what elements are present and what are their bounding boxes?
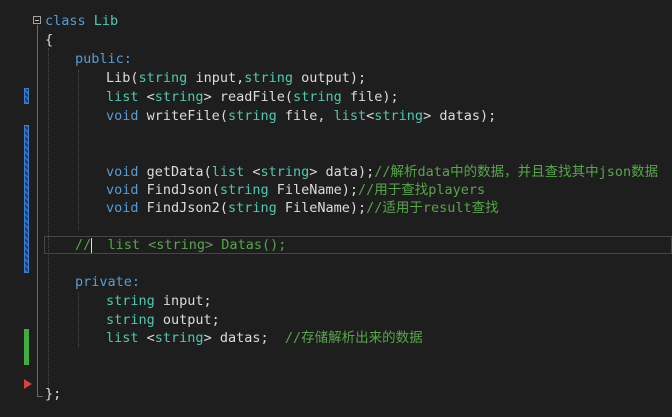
token: string	[138, 70, 188, 86]
code-line-private[interactable]: private:	[75, 273, 140, 292]
token: string	[227, 200, 277, 216]
code-line-writefile[interactable]: void writeFile(string file, list<string>…	[106, 107, 496, 126]
token: file,	[276, 108, 334, 124]
keyword-class: class	[45, 13, 86, 29]
token: void	[106, 164, 139, 180]
comment: //解析data中的数据，并且查找其中json数据	[374, 164, 659, 180]
token: input;	[154, 293, 212, 309]
code-line-datas-member[interactable]: list <string> datas; //存储解析出来的数据	[106, 329, 423, 348]
change-marker-saved	[24, 329, 29, 365]
code-line-findjson[interactable]: void FindJson(string FileName);//用于查找pla…	[106, 181, 485, 200]
comment: //用于查找players	[358, 182, 486, 198]
token: string	[106, 293, 155, 309]
token: string	[260, 164, 310, 180]
fold-collapse-icon[interactable]	[33, 16, 41, 24]
change-marker-modified	[24, 88, 29, 104]
code-line-output-member[interactable]: string output;	[106, 311, 220, 330]
token: (	[219, 108, 228, 124]
token: (	[284, 89, 293, 105]
token: string	[154, 330, 204, 346]
code-line-getdata[interactable]: void getData(list <string> data);//解析dat…	[106, 163, 658, 182]
token: > datas;	[203, 330, 285, 346]
code-line-public[interactable]: public:	[75, 50, 132, 69]
token: FindJson	[146, 182, 212, 198]
code-line-constructor[interactable]: Lib(string input,string output);	[106, 69, 366, 88]
token: string	[219, 182, 269, 198]
token: >	[203, 89, 220, 105]
token: Lib	[106, 70, 131, 86]
class-name: Lib	[93, 13, 119, 29]
token: output;	[154, 312, 220, 328]
code-line-input-member[interactable]: string input;	[106, 292, 212, 311]
token: string	[106, 312, 155, 328]
code-line-close-brace[interactable]: };	[45, 385, 61, 404]
code-line-readfile[interactable]: list <string> readFile(string file);	[106, 88, 399, 107]
token: writeFile	[146, 108, 220, 124]
token: (	[130, 70, 139, 86]
brace: };	[45, 386, 62, 402]
code-line-findjson2[interactable]: void FindJson2(string FileName);//适用于res…	[106, 199, 499, 218]
indent-guide	[78, 70, 79, 230]
token: file);	[341, 89, 399, 105]
fold-guide-end	[37, 396, 43, 397]
code-editor[interactable]: class Lib { public: Lib(string input,str…	[0, 0, 672, 417]
token: list	[333, 108, 367, 124]
token: void	[106, 182, 139, 198]
token: getData	[146, 164, 204, 180]
token: FileName);	[276, 200, 367, 216]
comment: //存储解析出来的数据	[284, 330, 423, 346]
access-public: public:	[75, 51, 132, 67]
token: (	[219, 200, 228, 216]
token: string	[293, 89, 342, 105]
code-line-open-brace[interactable]: {	[45, 31, 53, 50]
token: <	[138, 89, 155, 105]
text-caret	[91, 238, 92, 253]
token: void	[106, 108, 139, 124]
comment: //适用于result查找	[366, 200, 499, 216]
token: input,	[187, 70, 245, 86]
token: <	[244, 164, 261, 180]
indent-guide	[78, 292, 79, 347]
token: string	[227, 108, 277, 124]
fold-guide-line	[37, 25, 38, 397]
code-line-class-decl[interactable]: class Lib	[45, 12, 118, 31]
token: FileName);	[268, 182, 359, 198]
token: > data);	[309, 164, 375, 180]
change-marker-modified	[24, 125, 29, 273]
token: (	[203, 164, 212, 180]
comment-slashes: //	[75, 237, 92, 253]
token: string	[154, 89, 204, 105]
brace: {	[45, 32, 54, 48]
token: list	[106, 89, 139, 105]
token: <	[138, 330, 155, 346]
token: output);	[293, 70, 367, 86]
token: void	[106, 200, 139, 216]
token: FindJson2	[146, 200, 220, 216]
token: list	[106, 330, 139, 346]
token: (	[211, 182, 220, 198]
next-statement-arrow-icon[interactable]	[24, 379, 32, 389]
access-private: private:	[75, 274, 141, 290]
token: > datas);	[423, 108, 497, 124]
comment: list <string> Datas();	[91, 237, 287, 253]
token: string	[374, 108, 424, 124]
token: string	[244, 70, 293, 86]
token: readFile	[219, 89, 285, 105]
code-line-commented-datas[interactable]: // list <string> Datas();	[75, 236, 286, 255]
indent-guide	[48, 48, 49, 392]
token: list	[211, 164, 245, 180]
